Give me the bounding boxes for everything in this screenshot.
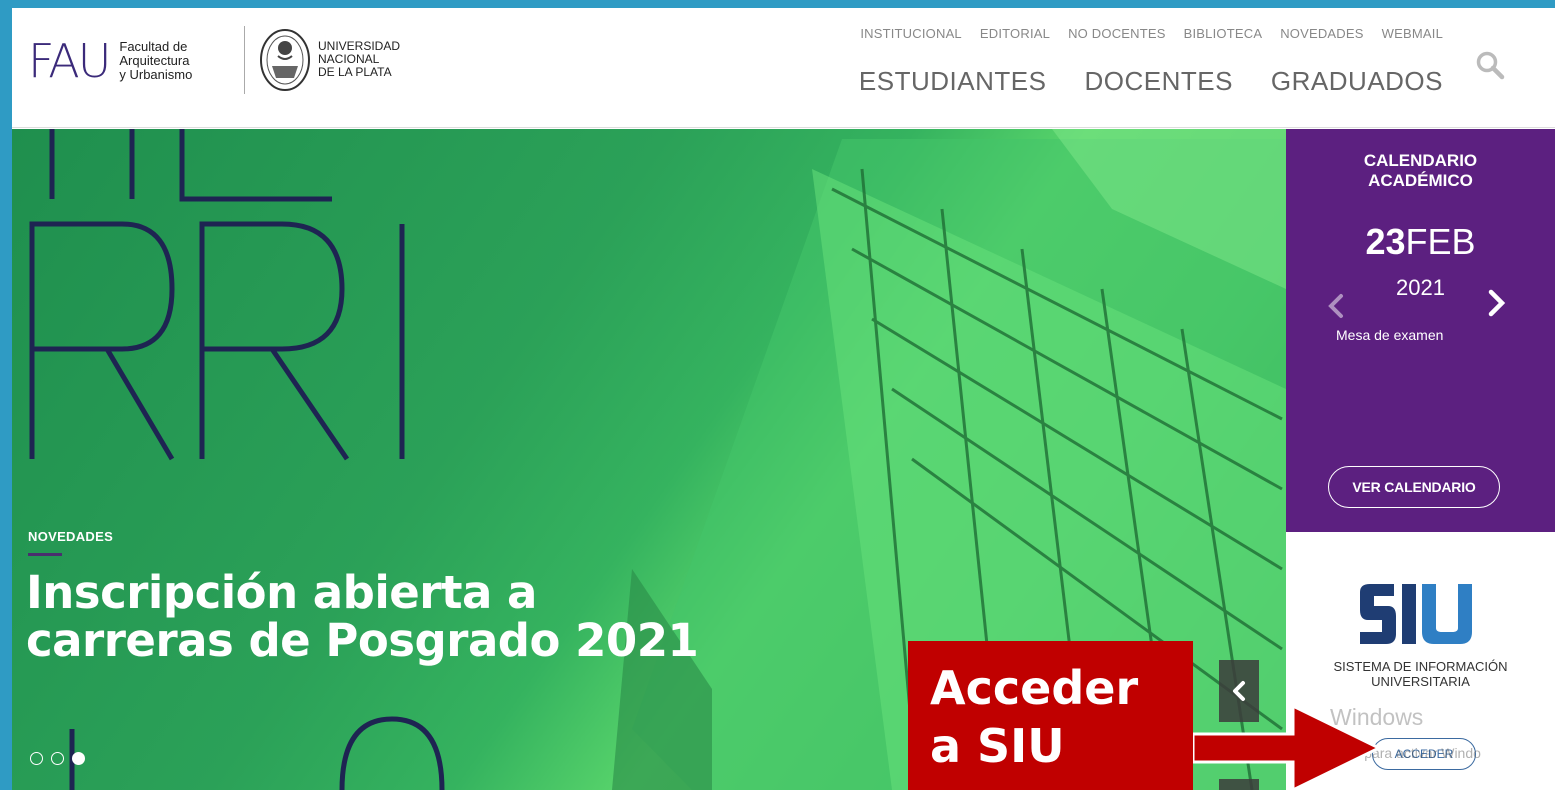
main-nav-graduados[interactable]: GRADUADOS — [1271, 66, 1443, 97]
hero-title[interactable]: Inscripción abierta a carreras de Posgra… — [26, 569, 726, 665]
calendar-date: 23FEB — [1286, 221, 1555, 263]
academic-calendar-panel: CALENDARIO ACADÉMICO 23FEB 2021 Mesa de … — [1286, 129, 1555, 532]
top-nav-no-docentes[interactable]: NO DOCENTES — [1068, 26, 1166, 41]
annotation-arrow-icon — [1193, 706, 1383, 790]
chevron-left-icon — [1233, 681, 1245, 701]
siu-name-line: UNIVERSITARIA — [1371, 674, 1470, 689]
main-nav: ESTUDIANTES DOCENTES GRADUADOS — [859, 66, 1443, 97]
top-nav-editorial[interactable]: EDITORIAL — [980, 26, 1050, 41]
top-nav-webmail[interactable]: WEBMAIL — [1382, 26, 1443, 41]
site-header: FAU Facultad de Arquitectura y Urbanismo… — [12, 8, 1555, 128]
fau-name-line: y Urbanismo — [119, 67, 193, 82]
hero-title-line: carreras de Posgrado 2021 — [26, 614, 699, 667]
fau-logo-letters: FAU — [28, 34, 111, 88]
hero-title-line: Inscripción abierta a — [26, 566, 537, 619]
hero-category: NOVEDADES — [28, 529, 114, 544]
hero-category-underline — [28, 553, 62, 556]
logo-divider — [244, 26, 245, 94]
top-nav-novedades[interactable]: NOVEDADES — [1280, 26, 1363, 41]
top-nav: INSTITUCIONAL EDITORIAL NO DOCENTES BIBL… — [860, 26, 1443, 41]
annotation-line: Acceder — [930, 661, 1139, 715]
calendar-title: CALENDARIO ACADÉMICO — [1286, 151, 1555, 191]
fau-name-line: Facultad de — [119, 39, 188, 54]
slider-dot-2[interactable] — [51, 752, 64, 765]
calendar-next-chevron-icon[interactable] — [1486, 289, 1508, 317]
unlp-name-line: DE LA PLATA — [318, 65, 392, 79]
fau-logo[interactable]: FAU Facultad de Arquitectura y Urbanismo — [28, 36, 192, 86]
annotation-line: a SIU — [930, 719, 1065, 773]
slider-dot-3[interactable] — [72, 752, 85, 765]
top-nav-institucional[interactable]: INSTITUCIONAL — [860, 26, 962, 41]
annotation-callout: Acceder a SIU — [908, 641, 1193, 790]
siu-logo[interactable] — [1356, 584, 1478, 644]
fau-name-line: Arquitectura — [119, 53, 190, 68]
fau-logo-name: Facultad de Arquitectura y Urbanismo — [119, 40, 192, 82]
top-nav-biblioteca[interactable]: BIBLIOTECA — [1184, 26, 1263, 41]
ver-calendario-button[interactable]: VER CALENDARIO — [1328, 466, 1500, 508]
main-nav-docentes[interactable]: DOCENTES — [1084, 66, 1232, 97]
unlp-name: UNIVERSIDAD NACIONAL DE LA PLATA — [318, 40, 400, 79]
calendar-month: FEB — [1405, 221, 1476, 262]
calendar-title-line: CALENDARIO — [1363, 151, 1478, 170]
unlp-seal-icon[interactable] — [258, 26, 312, 94]
slider-dot-1[interactable] — [30, 752, 43, 765]
calendar-event[interactable]: Mesa de examen — [1336, 327, 1443, 343]
slider-dots — [30, 752, 85, 765]
calendar-title-line: ACADÉMICO — [1368, 171, 1473, 190]
main-nav-estudiantes[interactable]: ESTUDIANTES — [859, 66, 1047, 97]
siu-name: SISTEMA DE INFORMACIÓN UNIVERSITARIA — [1286, 659, 1555, 689]
siu-name-line: SISTEMA DE INFORMACIÓN — [1333, 659, 1508, 674]
calendar-prev-chevron-icon[interactable] — [1326, 293, 1346, 319]
search-icon[interactable] — [1475, 50, 1505, 80]
page-frame: FAU Facultad de Arquitectura y Urbanismo… — [12, 8, 1555, 790]
calendar-day: 23 — [1365, 221, 1406, 262]
